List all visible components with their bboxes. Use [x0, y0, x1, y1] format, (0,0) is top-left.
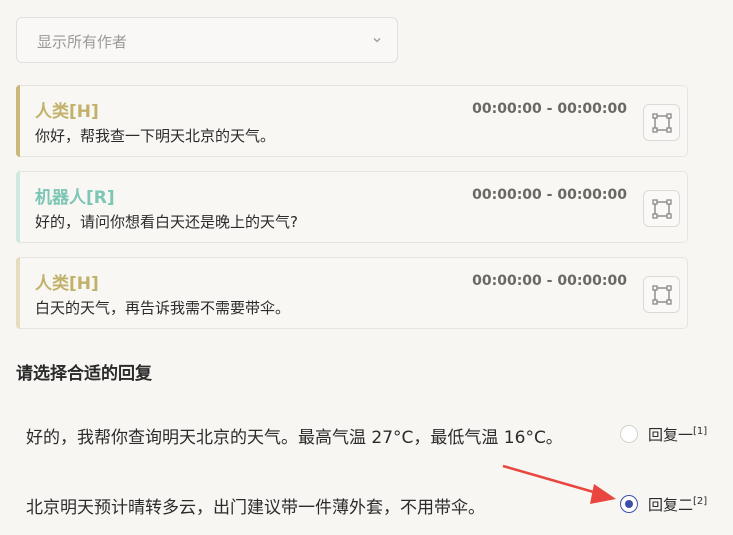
- annotation-arrow-icon: [502, 464, 616, 504]
